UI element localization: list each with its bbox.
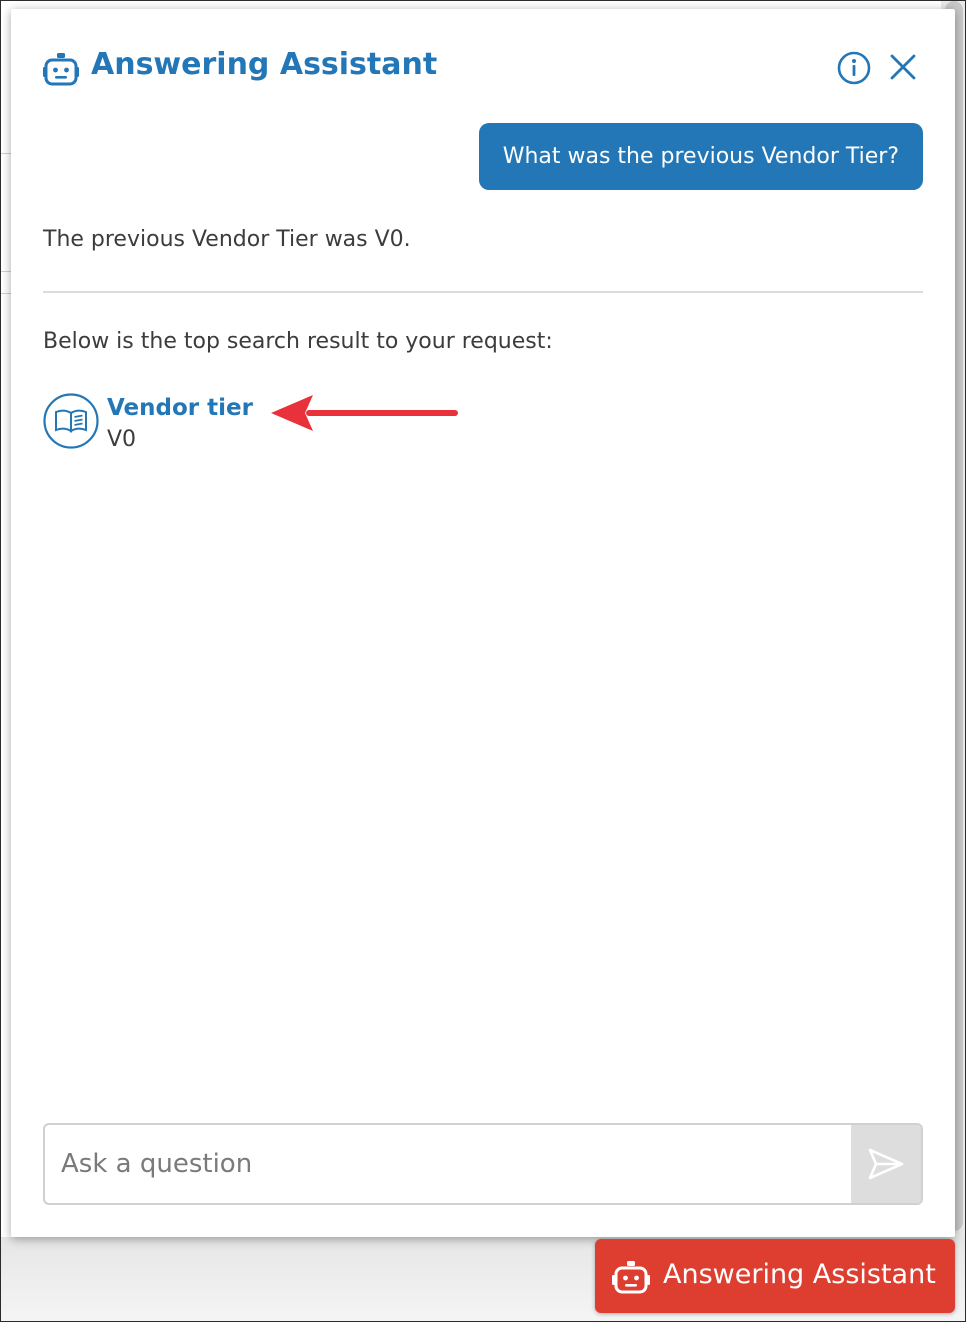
info-icon[interactable] (837, 51, 871, 85)
assistant-launcher-button[interactable]: Answering Assistant (595, 1239, 955, 1313)
answer-divider (43, 291, 923, 293)
question-input-container (43, 1123, 923, 1205)
close-icon[interactable] (889, 53, 917, 81)
result-title-link[interactable]: Vendor tier (107, 395, 253, 421)
robot-icon (612, 1261, 650, 1294)
ask-question-input[interactable] (45, 1125, 851, 1203)
annotation-arrow (271, 395, 458, 431)
book-icon (43, 393, 99, 449)
panel-title: Answering Assistant (91, 47, 438, 82)
screenshot-frame: Answering Assistant What was the previou… (0, 0, 966, 1322)
result-value: V0 (107, 427, 137, 452)
panel-header: Answering Assistant (11, 9, 955, 117)
robot-icon (43, 53, 79, 86)
search-result-intro: Below is the top search result to your r… (43, 329, 553, 354)
user-message-bubble: What was the previous Vendor Tier? (478, 123, 923, 190)
launcher-label: Answering Assistant (663, 1259, 936, 1290)
send-icon (868, 1148, 904, 1180)
assistant-answer: The previous Vendor Tier was V0. (43, 227, 411, 252)
assistant-panel: Answering Assistant What was the previou… (11, 9, 955, 1237)
send-button[interactable] (851, 1125, 921, 1203)
